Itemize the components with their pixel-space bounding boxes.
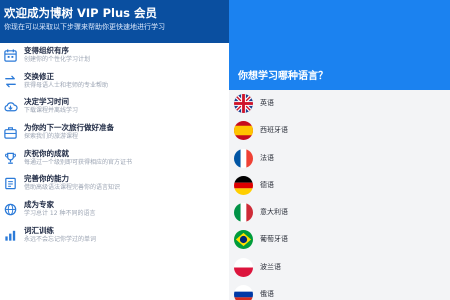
feature-list: 变得组织有序 创建你的个性化学习计划 交换修正 获得母语人士和老师的专业帮助 决…	[0, 44, 229, 250]
welcome-header: 欢迎成为博树 VIP Plus 会员 你现在可以采取以下步骤来帮助你更快速地进行…	[0, 0, 229, 43]
feature-item-organize[interactable]: 变得组织有序 创建你的个性化学习计划	[0, 44, 229, 70]
feature-description: 学习总计 12 种不同的语言	[24, 210, 96, 218]
feature-description: 下载课程并离线学习	[24, 107, 79, 115]
feature-description: 永远不会忘记你学过的单词	[24, 235, 97, 243]
language-name: 法语	[260, 153, 274, 162]
feature-item-exchange[interactable]: 交换修正 获得母语人士和老师的专业帮助	[0, 70, 229, 96]
feature-description: 借助高级语法课程完善你的语言知识	[24, 184, 121, 192]
feature-description: 创建你的个性化学习计划	[24, 56, 91, 63]
language-option-russian[interactable]: 俄语	[229, 281, 450, 300]
language-name: 意大利语	[260, 208, 288, 217]
language-name: 德语	[260, 180, 274, 189]
chart-icon	[3, 228, 18, 243]
language-option-english[interactable]: 英语	[229, 90, 450, 117]
feature-item-improve[interactable]: 完善你的能力 借助高级语法课程完善你的语言知识	[0, 172, 229, 198]
feature-item-schedule[interactable]: 决定学习时间 下载课程并离线学习	[0, 95, 229, 121]
language-name: 英语	[260, 99, 274, 107]
feature-title: 成为专家	[24, 200, 54, 210]
feature-item-travel[interactable]: 为你的下一次旅行做好准备 探索我们的旅游课程	[0, 121, 229, 147]
language-name: 西班牙语	[260, 126, 288, 135]
welcome-subtitle: 你现在可以采取以下步骤来帮助你更快速地进行学习	[4, 23, 165, 31]
welcome-title: 欢迎成为博树 VIP Plus 会员	[4, 6, 158, 20]
feature-title: 庆祝你的成就	[24, 148, 69, 158]
language-name: 俄语	[260, 290, 274, 299]
language-option-german[interactable]: 德语	[229, 172, 450, 199]
feature-description: 探索我们的旅游课程	[24, 133, 79, 141]
suitcase-icon	[3, 125, 18, 140]
feature-title: 交换修正	[24, 71, 54, 81]
book-icon	[3, 176, 18, 191]
feature-title: 决定学习时间	[24, 97, 69, 107]
feature-item-celebrate[interactable]: 庆祝你的成就 每通过一个级别即可获得相应的官方证书	[0, 147, 229, 173]
uk-flag-icon	[234, 94, 253, 113]
feature-title: 词汇训练	[24, 225, 54, 235]
language-option-spanish[interactable]: 西班牙语	[229, 117, 450, 144]
poland-flag-icon	[234, 257, 253, 277]
feature-item-vocabulary[interactable]: 词汇训练 永远不会忘记你学过的单词	[0, 224, 229, 250]
spain-flag-icon	[234, 121, 253, 141]
russia-flag-icon	[234, 285, 253, 300]
feature-title: 为你的下一次旅行做好准备	[24, 123, 114, 133]
language-picker-header: 你想学习哪种语言？	[229, 0, 450, 90]
language-name: 葡萄牙语	[260, 235, 288, 244]
language-name: 波兰语	[260, 262, 281, 271]
feature-item-expert[interactable]: 成为专家 学习总计 12 种不同的语言	[0, 198, 229, 224]
trophy-icon	[3, 151, 18, 166]
cloud-icon	[3, 99, 18, 114]
feature-title: 完善你的能力	[24, 174, 69, 184]
language-option-polish[interactable]: 波兰语	[229, 254, 450, 281]
language-picker-panel: 你想学习哪种语言？ 英语 西班牙语 法语 德语 意大利语 葡萄牙语 波兰语 俄语	[229, 0, 450, 300]
feature-description: 获得母语人士和老师的专业帮助	[24, 81, 109, 89]
globe-icon	[3, 202, 18, 217]
feature-description: 每通过一个级别即可获得相应的官方证书	[24, 158, 133, 166]
feature-title: 变得组织有序	[24, 46, 69, 55]
france-flag-icon	[234, 148, 253, 168]
germany-flag-icon	[234, 175, 253, 195]
benefits-panel: 欢迎成为博树 VIP Plus 会员 你现在可以采取以下步骤来帮助你更快速地进行…	[0, 0, 229, 300]
italy-flag-icon	[234, 203, 253, 223]
language-option-italian[interactable]: 意大利语	[229, 199, 450, 226]
language-option-portuguese[interactable]: 葡萄牙语	[229, 226, 450, 253]
language-option-french[interactable]: 法语	[229, 145, 450, 172]
brazil-flag-icon	[234, 230, 253, 250]
language-question: 你想学习哪种语言？	[238, 71, 328, 82]
language-list: 英语 西班牙语 法语 德语 意大利语 葡萄牙语 波兰语 俄语	[229, 90, 450, 300]
calendar-icon	[3, 48, 18, 63]
swap-icon	[3, 74, 18, 89]
